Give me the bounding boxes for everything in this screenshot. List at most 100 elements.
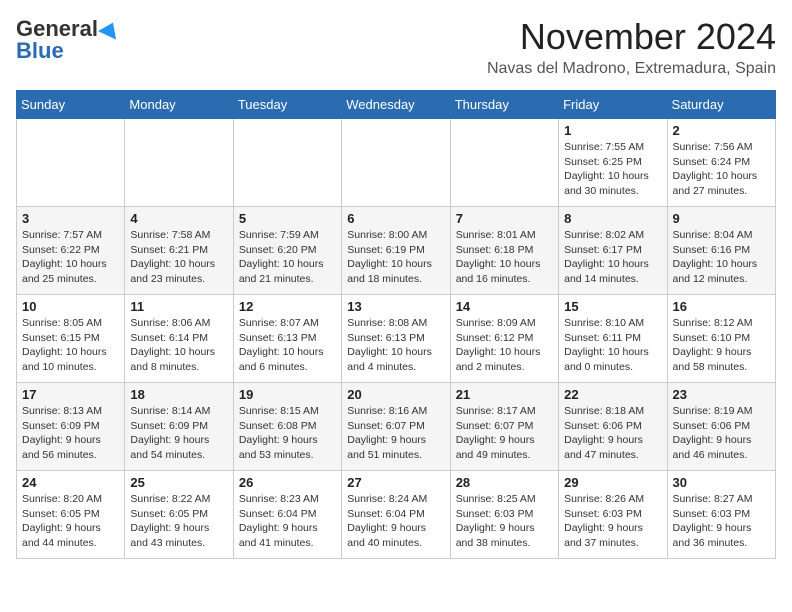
day-info: Sunrise: 7:55 AM Sunset: 6:25 PM Dayligh… (564, 140, 661, 199)
calendar-cell: 28 Sunrise: 8:25 AM Sunset: 6:03 PM Dayli… (450, 471, 558, 559)
logo: General Blue (16, 16, 120, 64)
calendar-cell: 17 Sunrise: 8:13 AM Sunset: 6:09 PM Dayli… (17, 383, 125, 471)
day-number: 27 (347, 475, 444, 490)
calendar-cell (342, 119, 450, 207)
day-number: 23 (673, 387, 770, 402)
day-info: Sunrise: 8:16 AM Sunset: 6:07 PM Dayligh… (347, 404, 444, 463)
day-number: 28 (456, 475, 553, 490)
day-number: 5 (239, 211, 336, 226)
calendar-cell: 8 Sunrise: 8:02 AM Sunset: 6:17 PM Daylig… (559, 207, 667, 295)
day-info: Sunrise: 8:07 AM Sunset: 6:13 PM Dayligh… (239, 316, 336, 375)
calendar-week-row: 10Sunrise: 8:05 AM Sunset: 6:15 PM Dayli… (17, 295, 776, 383)
day-info: Sunrise: 8:14 AM Sunset: 6:09 PM Dayligh… (130, 404, 227, 463)
day-number: 6 (347, 211, 444, 226)
day-info: Sunrise: 8:26 AM Sunset: 6:03 PM Dayligh… (564, 492, 661, 551)
calendar-cell: 18 Sunrise: 8:14 AM Sunset: 6:09 PM Dayli… (125, 383, 233, 471)
calendar-cell: 15 Sunrise: 8:10 AM Sunset: 6:11 PM Dayli… (559, 295, 667, 383)
calendar-cell: 6 Sunrise: 8:00 AM Sunset: 6:19 PM Daylig… (342, 207, 450, 295)
logo-icon (98, 18, 122, 39)
calendar-cell: 29 Sunrise: 8:26 AM Sunset: 6:03 PM Dayli… (559, 471, 667, 559)
day-number: 19 (239, 387, 336, 402)
title-block: November 2024 Navas del Madrono, Extrema… (487, 16, 776, 78)
calendar-cell: 24 Sunrise: 8:20 AM Sunset: 6:05 PM Dayli… (17, 471, 125, 559)
day-info: Sunrise: 7:59 AM Sunset: 6:20 PM Dayligh… (239, 228, 336, 287)
day-number: 26 (239, 475, 336, 490)
calendar-cell (125, 119, 233, 207)
day-info: Sunrise: 8:15 AM Sunset: 6:08 PM Dayligh… (239, 404, 336, 463)
calendar-cell: 19 Sunrise: 8:15 AM Sunset: 6:08 PM Dayli… (233, 383, 341, 471)
day-number: 2 (673, 123, 770, 138)
calendar-week-row: 3 Sunrise: 7:57 AM Sunset: 6:22 PM Daylig… (17, 207, 776, 295)
day-number: 7 (456, 211, 553, 226)
calendar-cell: 14 Sunrise: 8:09 AM Sunset: 6:12 PM Dayli… (450, 295, 558, 383)
day-info: Sunrise: 8:01 AM Sunset: 6:18 PM Dayligh… (456, 228, 553, 287)
calendar-cell: 25 Sunrise: 8:22 AM Sunset: 6:05 PM Dayli… (125, 471, 233, 559)
page-header: General Blue November 2024 Navas del Mad… (16, 16, 776, 78)
calendar-cell: 10Sunrise: 8:05 AM Sunset: 6:15 PM Dayli… (17, 295, 125, 383)
calendar-cell: 2Sunrise: 7:56 AM Sunset: 6:24 PM Daylig… (667, 119, 775, 207)
day-info: Sunrise: 8:04 AM Sunset: 6:16 PM Dayligh… (673, 228, 770, 287)
day-number: 8 (564, 211, 661, 226)
calendar-table: SundayMondayTuesdayWednesdayThursdayFrid… (16, 90, 776, 559)
calendar-cell: 4Sunrise: 7:58 AM Sunset: 6:21 PM Daylig… (125, 207, 233, 295)
calendar-cell: 27 Sunrise: 8:24 AM Sunset: 6:04 PM Dayli… (342, 471, 450, 559)
day-number: 11 (130, 299, 227, 314)
day-number: 10 (22, 299, 119, 314)
day-info: Sunrise: 8:24 AM Sunset: 6:04 PM Dayligh… (347, 492, 444, 551)
day-number: 20 (347, 387, 444, 402)
day-number: 9 (673, 211, 770, 226)
calendar-cell: 30 Sunrise: 8:27 AM Sunset: 6:03 PM Dayli… (667, 471, 775, 559)
weekday-header-row: SundayMondayTuesdayWednesdayThursdayFrid… (17, 91, 776, 119)
day-info: Sunrise: 8:08 AM Sunset: 6:13 PM Dayligh… (347, 316, 444, 375)
day-number: 4 (130, 211, 227, 226)
day-number: 29 (564, 475, 661, 490)
month-title: November 2024 (487, 16, 776, 58)
weekday-header-wednesday: Wednesday (342, 91, 450, 119)
weekday-header-thursday: Thursday (450, 91, 558, 119)
calendar-week-row: 24 Sunrise: 8:20 AM Sunset: 6:05 PM Dayli… (17, 471, 776, 559)
day-info: Sunrise: 8:13 AM Sunset: 6:09 PM Dayligh… (22, 404, 119, 463)
day-number: 13 (347, 299, 444, 314)
weekday-header-friday: Friday (559, 91, 667, 119)
day-number: 30 (673, 475, 770, 490)
calendar-cell: 9 Sunrise: 8:04 AM Sunset: 6:16 PM Daylig… (667, 207, 775, 295)
day-info: Sunrise: 8:18 AM Sunset: 6:06 PM Dayligh… (564, 404, 661, 463)
day-info: Sunrise: 8:00 AM Sunset: 6:19 PM Dayligh… (347, 228, 444, 287)
calendar-cell: 1Sunrise: 7:55 AM Sunset: 6:25 PM Daylig… (559, 119, 667, 207)
day-info: Sunrise: 8:27 AM Sunset: 6:03 PM Dayligh… (673, 492, 770, 551)
day-number: 25 (130, 475, 227, 490)
weekday-header-sunday: Sunday (17, 91, 125, 119)
day-info: Sunrise: 8:19 AM Sunset: 6:06 PM Dayligh… (673, 404, 770, 463)
day-number: 15 (564, 299, 661, 314)
day-info: Sunrise: 8:25 AM Sunset: 6:03 PM Dayligh… (456, 492, 553, 551)
calendar-cell (17, 119, 125, 207)
calendar-week-row: 17 Sunrise: 8:13 AM Sunset: 6:09 PM Dayli… (17, 383, 776, 471)
day-info: Sunrise: 8:20 AM Sunset: 6:05 PM Dayligh… (22, 492, 119, 551)
location: Navas del Madrono, Extremadura, Spain (487, 60, 776, 78)
calendar-cell: 5 Sunrise: 7:59 AM Sunset: 6:20 PM Daylig… (233, 207, 341, 295)
day-number: 18 (130, 387, 227, 402)
calendar-cell (450, 119, 558, 207)
calendar-cell: 16Sunrise: 8:12 AM Sunset: 6:10 PM Dayli… (667, 295, 775, 383)
weekday-header-monday: Monday (125, 91, 233, 119)
calendar-cell: 3 Sunrise: 7:57 AM Sunset: 6:22 PM Daylig… (17, 207, 125, 295)
calendar-cell: 21Sunrise: 8:17 AM Sunset: 6:07 PM Dayli… (450, 383, 558, 471)
day-number: 14 (456, 299, 553, 314)
day-info: Sunrise: 8:02 AM Sunset: 6:17 PM Dayligh… (564, 228, 661, 287)
day-number: 22 (564, 387, 661, 402)
calendar-cell: 13 Sunrise: 8:08 AM Sunset: 6:13 PM Dayli… (342, 295, 450, 383)
day-info: Sunrise: 7:57 AM Sunset: 6:22 PM Dayligh… (22, 228, 119, 287)
day-number: 3 (22, 211, 119, 226)
calendar-cell: 23 Sunrise: 8:19 AM Sunset: 6:06 PM Dayli… (667, 383, 775, 471)
day-info: Sunrise: 8:09 AM Sunset: 6:12 PM Dayligh… (456, 316, 553, 375)
calendar-cell: 11 Sunrise: 8:06 AM Sunset: 6:14 PM Dayli… (125, 295, 233, 383)
day-info: Sunrise: 8:23 AM Sunset: 6:04 PM Dayligh… (239, 492, 336, 551)
day-info: Sunrise: 8:10 AM Sunset: 6:11 PM Dayligh… (564, 316, 661, 375)
day-info: Sunrise: 8:22 AM Sunset: 6:05 PM Dayligh… (130, 492, 227, 551)
day-number: 24 (22, 475, 119, 490)
day-info: Sunrise: 8:12 AM Sunset: 6:10 PM Dayligh… (673, 316, 770, 375)
day-info: Sunrise: 8:06 AM Sunset: 6:14 PM Dayligh… (130, 316, 227, 375)
calendar-cell (233, 119, 341, 207)
day-number: 21 (456, 387, 553, 402)
day-number: 17 (22, 387, 119, 402)
